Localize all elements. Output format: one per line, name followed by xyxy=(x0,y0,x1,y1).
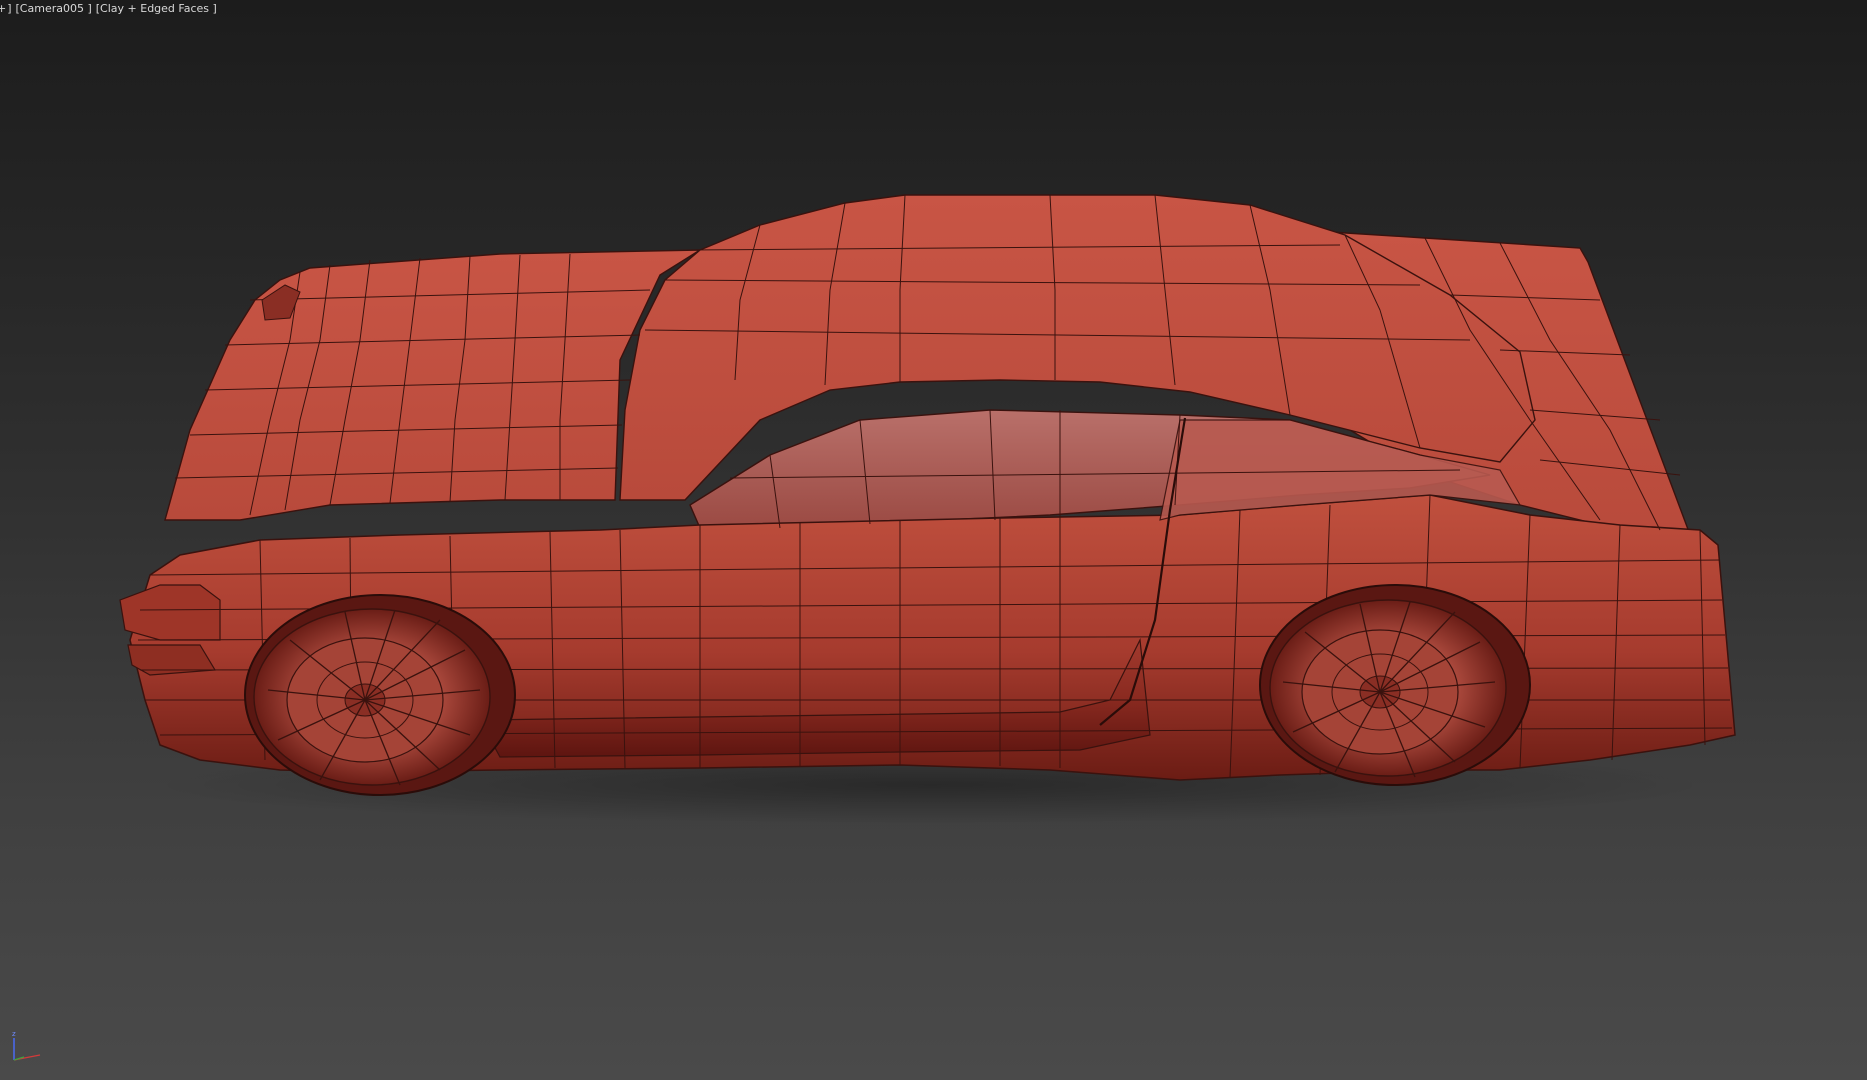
rear-wheel[interactable] xyxy=(1259,584,1531,786)
car-model[interactable] xyxy=(0,0,1867,1080)
3d-viewport[interactable]: + ] [Camera005 ] [Clay + Edged Faces ] z xyxy=(0,0,1867,1080)
front-bumper-lower xyxy=(127,644,217,676)
front-wheel[interactable] xyxy=(244,594,516,796)
front-bumper xyxy=(119,584,221,641)
gizmo-z-label: z xyxy=(12,1030,16,1038)
